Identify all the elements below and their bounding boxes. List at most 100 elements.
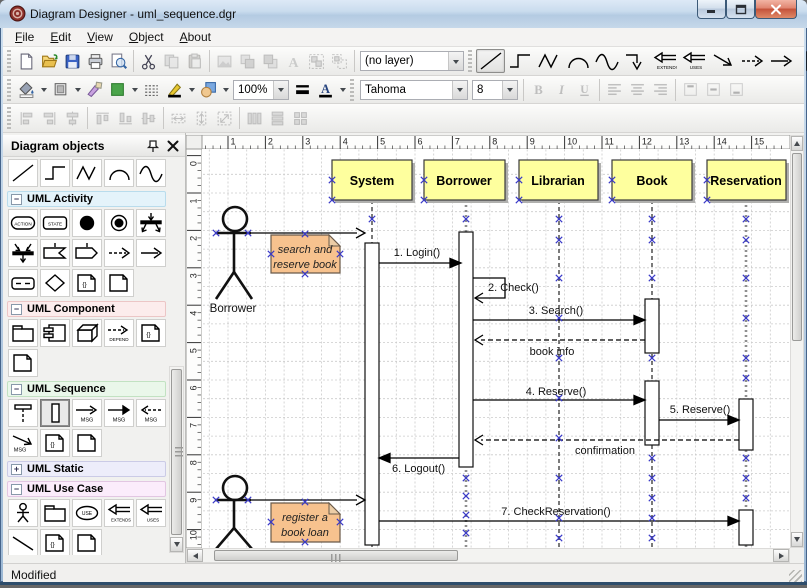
toolbar-grip[interactable] <box>7 50 11 72</box>
print-preview-button[interactable] <box>107 50 130 72</box>
collapse-icon[interactable]: − <box>11 194 22 205</box>
palette-item-actor[interactable] <box>8 499 38 527</box>
arrow-open-button[interactable] <box>766 49 795 73</box>
frame-style-button[interactable] <box>49 79 72 101</box>
palette-item-msg-open[interactable]: MSG <box>72 399 102 427</box>
section-uml-sequence[interactable]: −UML Sequence <box>7 381 166 397</box>
diagram-canvas[interactable]: 123456789101112131415 012345678910 Syste… <box>186 135 790 548</box>
palette-item-note-tag[interactable]: {} <box>72 269 102 297</box>
frame-style-dropdown-button[interactable] <box>72 79 83 101</box>
menu-file[interactable]: File <box>7 28 42 46</box>
activation-reservation-1[interactable] <box>739 399 753 450</box>
activation-system[interactable] <box>365 243 379 545</box>
palette-item-activity-box[interactable] <box>8 269 38 297</box>
canvas-vscrollbar[interactable] <box>790 135 804 548</box>
palette-item-note[interactable] <box>72 529 102 555</box>
canvas-hscrollbar-thumb[interactable] <box>214 550 458 561</box>
menu-object[interactable]: Object <box>121 28 172 46</box>
section-uml-component[interactable]: −UML Component <box>7 301 166 317</box>
activation-box-button[interactable] <box>795 49 807 73</box>
palette-item-note[interactable] <box>104 269 134 297</box>
panel-scrollbar-thumb[interactable] <box>171 369 182 535</box>
shape-style-button[interactable] <box>197 79 220 101</box>
shape-style-dropdown-button[interactable] <box>220 79 231 101</box>
palette-item-msg-return[interactable]: MSG <box>136 399 166 427</box>
palette-item-note-tag[interactable]: {} <box>136 319 166 347</box>
participant-system[interactable]: System <box>332 160 415 203</box>
font-size-dropdown-button[interactable] <box>502 81 517 99</box>
expand-icon[interactable]: + <box>11 464 22 475</box>
panel-scroll-down-button[interactable] <box>170 537 183 552</box>
palette-item-arrow-uses2[interactable]: USES <box>136 499 166 527</box>
panel-close-icon[interactable] <box>166 139 180 153</box>
activation-borrower[interactable] <box>459 232 473 467</box>
palette-item-arrow-dashed[interactable] <box>104 239 134 267</box>
font-color-button[interactable]: A <box>314 79 337 101</box>
close-button[interactable] <box>755 0 797 19</box>
toolbar-grip[interactable] <box>350 79 354 101</box>
section-uml-activity[interactable]: −UML Activity <box>7 191 166 207</box>
palette-item-line-step[interactable] <box>40 159 70 187</box>
layer-dropdown[interactable]: (no layer) <box>360 51 464 71</box>
palette-item-state[interactable]: STATE <box>40 209 70 237</box>
palette-item-line-straight[interactable] <box>8 159 38 187</box>
palette-item-arrow-extends[interactable]: EXTENDS <box>104 499 134 527</box>
layer-dropdown-button[interactable] <box>448 52 463 70</box>
palette-item-msg-async[interactable]: MSG <box>8 429 38 457</box>
palette-item-lifeline-head[interactable] <box>8 399 38 427</box>
palette-item-line-curve[interactable] <box>136 159 166 187</box>
palette-item-decision[interactable] <box>40 269 70 297</box>
participant-borrower[interactable]: Borrower <box>424 160 508 203</box>
palette-item-note[interactable] <box>8 349 38 377</box>
pen-color-dropdown-button[interactable] <box>186 79 197 101</box>
palette-item-line-arc[interactable] <box>104 159 134 187</box>
zoom-dropdown[interactable]: 100% <box>233 80 289 100</box>
line-width-button[interactable] <box>291 79 314 101</box>
new-button[interactable] <box>15 50 38 72</box>
palette-item-package[interactable] <box>40 499 70 527</box>
palette-item-note[interactable] <box>72 429 102 457</box>
format-brush-button[interactable] <box>83 79 106 101</box>
collapse-icon[interactable]: − <box>11 304 22 315</box>
activation-reservation-2[interactable] <box>739 510 753 545</box>
arrow-extend-button[interactable]: EXTEND! <box>650 49 679 73</box>
palette-item-arrow-open[interactable] <box>136 239 166 267</box>
palette-item-fork[interactable] <box>136 209 166 237</box>
collapse-icon[interactable]: − <box>11 384 22 395</box>
fill-color-button[interactable] <box>15 79 38 101</box>
participant-book[interactable]: Book <box>612 160 695 203</box>
open-button[interactable] <box>38 50 61 72</box>
print-button[interactable] <box>84 50 107 72</box>
save-button[interactable] <box>61 50 84 72</box>
line-async-button[interactable] <box>708 49 737 73</box>
activation-book-1[interactable] <box>645 299 659 353</box>
toolbar-grip[interactable] <box>7 79 11 101</box>
font-dropdown[interactable]: Tahoma <box>360 80 468 100</box>
participant-boxes[interactable]: System Borrower Librarian Book <box>332 160 789 203</box>
participant-librarian[interactable]: Librarian <box>519 160 601 203</box>
collapse-icon[interactable]: − <box>11 484 22 495</box>
palette-item-note-tag[interactable]: {} <box>40 429 70 457</box>
activation-book-2[interactable] <box>645 381 659 445</box>
canvas-scroll-left-button[interactable] <box>187 549 203 562</box>
palette-item-package[interactable] <box>8 319 38 347</box>
pen-color-button[interactable] <box>163 79 186 101</box>
drawing-area[interactable] <box>202 149 790 548</box>
resize-grip[interactable] <box>789 570 802 583</box>
fill-solid-dropdown-button[interactable] <box>129 79 140 101</box>
arrow-uses-button[interactable]: USES <box>679 49 708 73</box>
menu-edit[interactable]: Edit <box>42 28 79 46</box>
palette-item-component[interactable] <box>40 319 70 347</box>
participant-reservation[interactable]: Reservation <box>707 160 789 203</box>
palette-item-usecase[interactable]: USE <box>72 499 102 527</box>
palette-item-assoc-line[interactable] <box>8 529 38 555</box>
pin-icon[interactable] <box>146 139 160 153</box>
line-zigzag-button[interactable] <box>534 49 563 73</box>
menu-view[interactable]: View <box>79 28 121 46</box>
palette-item-final-node[interactable] <box>104 209 134 237</box>
canvas-vscrollbar-thumb[interactable] <box>792 153 802 341</box>
canvas-scroll-down-button[interactable] <box>791 532 803 547</box>
title-bar[interactable]: Diagram Designer - uml_sequence.dgr <box>0 0 807 28</box>
palette-item-msg-filled[interactable]: MSG <box>104 399 134 427</box>
toolbar-grip[interactable] <box>7 107 11 129</box>
